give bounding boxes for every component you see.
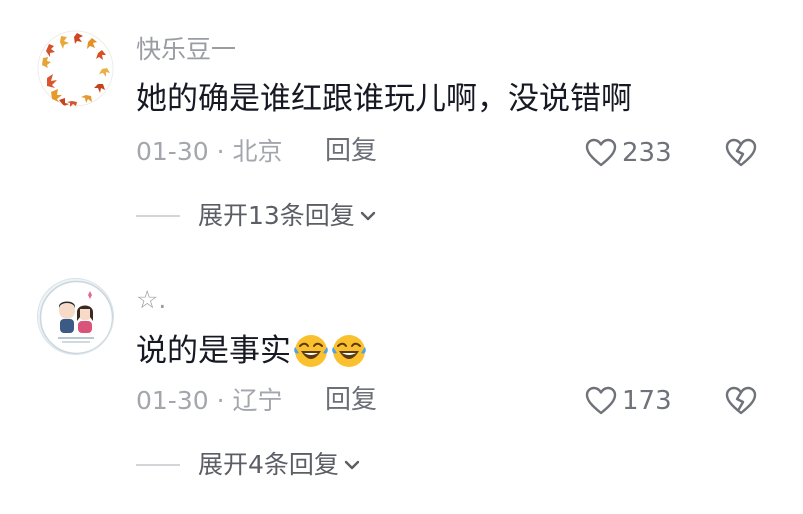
chevron-down-icon [360, 211, 376, 220]
laughing-crying-emoji-icon [294, 335, 328, 367]
expand-replies-button[interactable]: 展开4条回复 [136, 452, 361, 477]
autumn-leaves-avatar-icon [37, 30, 114, 107]
expand-replies-label: 展开13条回复 [198, 201, 355, 230]
expand-replies-button[interactable]: 展开13条回复 [136, 203, 377, 228]
reply-button[interactable]: 回复 [325, 387, 377, 413]
like-button[interactable]: 173 [585, 386, 672, 416]
meta-separator: · [216, 386, 225, 415]
avatar[interactable] [37, 278, 114, 355]
comment-meta: 01-30 · 北京 [136, 139, 283, 164]
divider-line [136, 214, 180, 217]
comment-location: 北京 [232, 137, 283, 166]
dislike-button[interactable] [724, 386, 758, 420]
heart-icon [585, 138, 617, 167]
comment-date: 01-30 [136, 386, 209, 415]
chevron-down-icon [344, 460, 360, 469]
comment-text: 说的是事实 [136, 332, 291, 369]
like-button[interactable]: 233 [585, 138, 672, 168]
heart-icon [585, 386, 617, 415]
reply-button[interactable]: 回复 [325, 138, 377, 164]
username[interactable]: 快乐豆一 [136, 37, 236, 62]
avatar[interactable] [37, 30, 114, 107]
expand-replies-label: 展开4条回复 [198, 450, 339, 479]
broken-heart-icon [725, 138, 757, 167]
like-count: 233 [622, 138, 672, 168]
comment-location: 辽宁 [232, 386, 283, 415]
comment-meta: 01-30 · 辽宁 [136, 388, 283, 413]
laughing-crying-emoji-icon [332, 335, 366, 367]
comment-date: 01-30 [136, 137, 209, 166]
broken-heart-icon [725, 386, 757, 415]
comment-item: 快乐豆一 她的确是谁红跟谁玩儿啊，没说错啊 01-30 · 北京 回复 233 … [0, 0, 803, 250]
meta-separator: · [216, 137, 225, 166]
comment-text-row: 说的是事实 [136, 333, 367, 369]
username[interactable]: ☆. [136, 287, 166, 312]
dislike-button[interactable] [724, 138, 758, 172]
comment-item: ☆. 说的是事实 01-30 · 辽宁 回复 173 展开4条回复 [0, 250, 803, 500]
comment-text: 她的确是谁红跟谁玩儿啊，没说错啊 [136, 81, 632, 117]
couple-cartoon-avatar-icon [39, 280, 113, 354]
divider-line [136, 463, 180, 466]
like-count: 173 [622, 386, 672, 416]
